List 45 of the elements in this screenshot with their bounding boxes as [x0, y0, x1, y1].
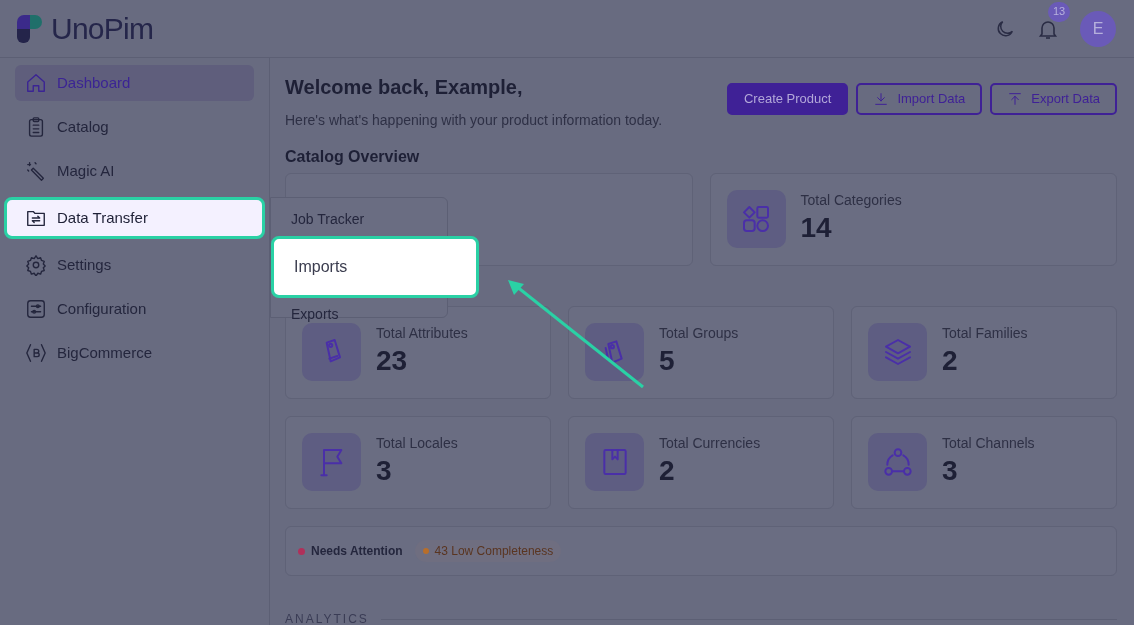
section-title: Catalog Overview	[285, 147, 421, 167]
submenu-item[interactable]: Job Tracker	[291, 207, 365, 232]
stat-value: 3	[376, 454, 393, 488]
export-button[interactable]: Export Data	[990, 83, 1117, 115]
download-icon	[873, 91, 890, 107]
stat-label: Total Currencies	[659, 434, 761, 453]
welcome-subtitle: Here's what's happening with your product information today.	[285, 111, 663, 130]
welcome-title: Welcome back, Example,	[285, 75, 524, 100]
attention-title: Needs Attention	[311, 543, 403, 560]
magic-wand-icon	[25, 160, 47, 182]
sidebar-item[interactable]: Dashboard	[15, 65, 254, 101]
sliders-icon	[25, 298, 47, 320]
sidebar-item[interactable]: Settings	[15, 247, 254, 283]
channels-icon	[881, 446, 914, 478]
sidebar-item[interactable]: Catalog	[15, 109, 254, 145]
logo-icon	[15, 13, 45, 44]
warning-badge: 43 Low Completeness	[414, 540, 562, 562]
shapes-icon	[740, 203, 772, 235]
sidebar-item[interactable]: Magic AI	[15, 153, 254, 189]
stat-label: Total Families	[942, 324, 1028, 343]
stat-label: Total Categories	[800, 191, 902, 210]
stat-value: 2	[942, 344, 959, 378]
stat-value: 5	[659, 344, 676, 378]
stat-value: 23	[376, 344, 409, 378]
avatar[interactable]: E	[1080, 10, 1116, 47]
sidebar-item[interactable]: Configuration	[15, 291, 254, 327]
sidebar-item[interactable]: Data Transfer	[4, 197, 265, 239]
home-icon	[25, 72, 47, 94]
logo-text: UnoPim	[51, 11, 154, 47]
settings-icon	[25, 254, 47, 276]
notification-count: 13	[1048, 1, 1070, 22]
sidebar-item[interactable]: BigCommerce	[15, 335, 254, 371]
create-button[interactable]: Create Product	[727, 83, 849, 115]
import-button[interactable]: Import Data	[856, 83, 983, 115]
stat-label: Total Channels	[942, 434, 1035, 453]
stat-value: 3	[942, 454, 959, 488]
stat-label: Total Attributes	[376, 324, 468, 343]
stat-value: 14	[800, 211, 833, 245]
stat-label: Total Groups	[659, 324, 739, 343]
upload-icon	[1007, 91, 1024, 107]
submenu-item[interactable]: Exports	[291, 302, 339, 327]
submenu-item[interactable]: Imports	[271, 236, 479, 298]
bigcommerce-icon	[25, 342, 47, 364]
stat-label: Total Locales	[376, 434, 458, 453]
stat-value: 2	[659, 454, 676, 488]
